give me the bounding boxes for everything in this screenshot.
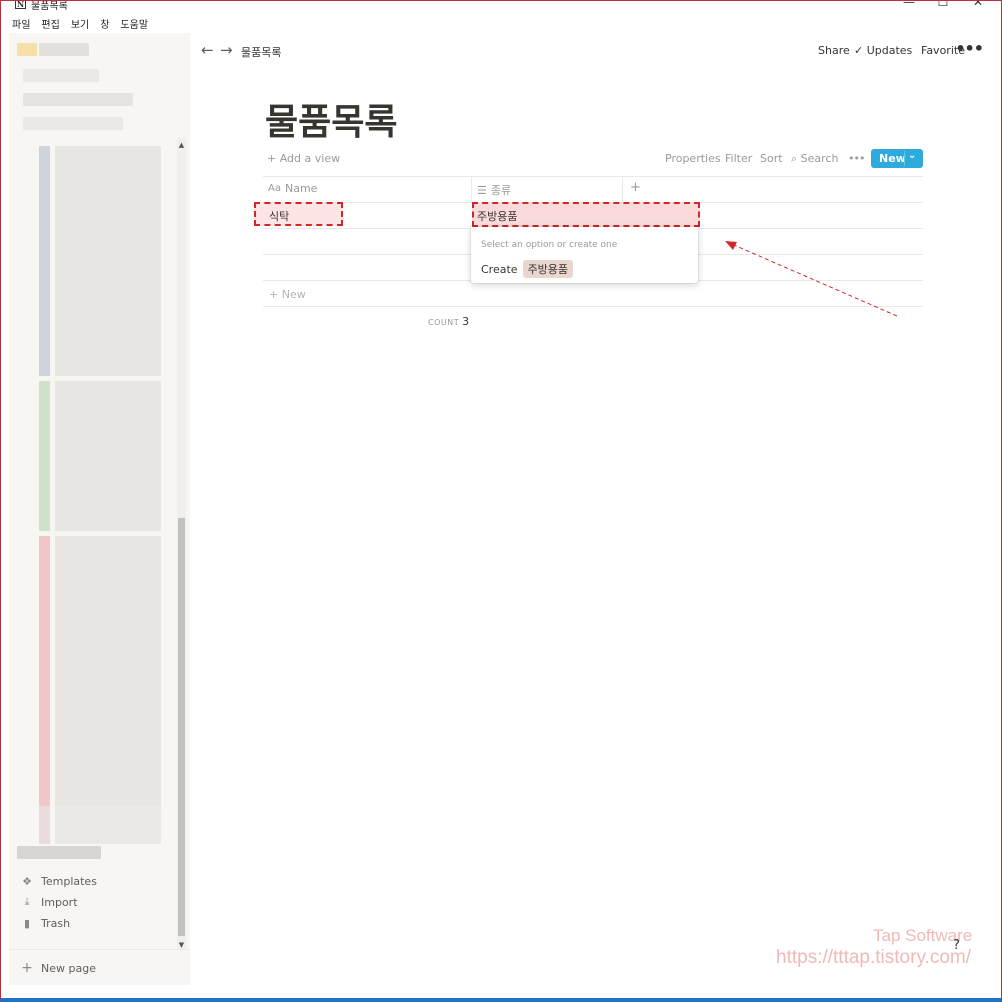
app-window: N 물품목록 — ☐ ✕ 파일 편집 보기 창 도움말 ▲ ▼ ❖ Templa…	[0, 0, 1002, 1002]
arrow-line	[733, 244, 898, 317]
annotation-arrow	[725, 241, 898, 317]
watermark-url: https://tttap.tistory.com/	[776, 947, 971, 968]
help-button[interactable]: ?	[953, 938, 960, 953]
arrow-head	[725, 241, 737, 250]
